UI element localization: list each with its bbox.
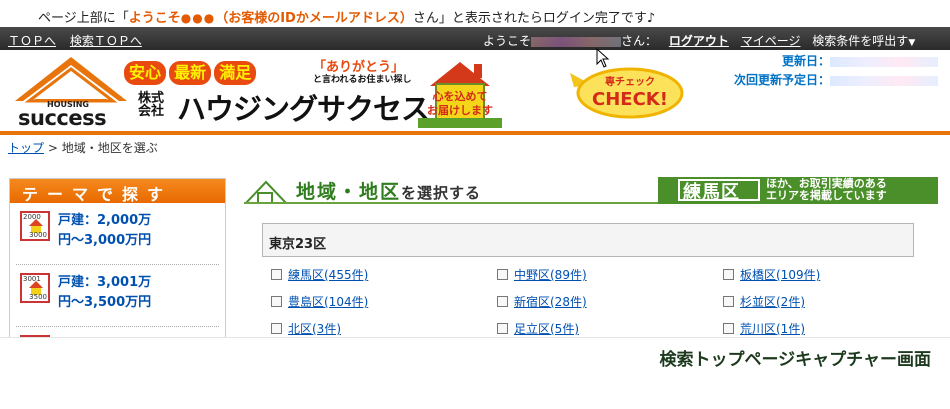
masked-username [531, 36, 622, 47]
check-badge-button[interactable]: 専チェック CHECK! [566, 63, 684, 119]
update-info: 更新日： 次回更新予定日： [728, 52, 938, 90]
caption-text: 検索トップページキャプチャー画面 [659, 350, 932, 370]
breadcrumb-current: 地域・地区を選ぶ [61, 141, 158, 155]
section-title-sub: を選択する [401, 184, 482, 202]
sidebar-item-label: 戸建：2,000万 円～3,000万円 [58, 213, 152, 248]
sidebar-title: テーマで探す [10, 179, 225, 204]
checkbox-icon[interactable] [723, 323, 734, 334]
sign-line2: お届けします [427, 104, 493, 117]
area-name: 練馬区 [683, 182, 740, 203]
check-big-text: CHECK! [592, 89, 668, 110]
welcome-text: ようこそ [483, 34, 532, 48]
badge-saishin: 最新 [169, 61, 212, 85]
call-conditions-dropdown[interactable]: 検索条件を呼出す▼ [812, 34, 915, 48]
tagline-badges: 安心 最新 満足 [124, 61, 257, 85]
updated-label: 更新日： [781, 54, 830, 68]
note-id-hint: （お客様のIDかメールアドレス） [215, 11, 413, 26]
badge-manzoku: 満足 [214, 61, 257, 85]
masked-next-update-date [830, 75, 938, 86]
kabushiki-kaisha-label: 株式 会社 [138, 91, 165, 119]
checkbox-icon[interactable] [497, 323, 508, 334]
ward-checkbox-adachi[interactable]: 足立区(5件) [497, 320, 579, 337]
ward-checkbox-nerima[interactable]: 練馬区(455件) [271, 266, 368, 283]
area-description: ほか、お取引実績のある エリアを掲載しています [766, 177, 887, 202]
sidebar-item-price-3001-3500[interactable]: 3001 3500 戸建：3,001万 円～3,500万円 [16, 265, 219, 327]
note-suffix: さん」と表示されたらログイン完了です♪ [412, 11, 656, 26]
next-update-label: 次回更新予定日： [733, 73, 830, 87]
breadcrumb: トップ > 地域・地区を選ぶ [8, 139, 158, 156]
checkbox-icon[interactable] [497, 269, 508, 280]
top-link[interactable]: ＴＯＰへ [8, 34, 56, 48]
checkbox-icon[interactable] [497, 296, 508, 307]
theme-search-sidebar: テーマで探す 2000 3000 戸建：2,000万 円～3,000万円 300… [9, 178, 226, 338]
badge-anshin: 安心 [124, 61, 167, 85]
chevron-down-icon: ▼ [908, 38, 916, 48]
ward-checkbox-arakawa[interactable]: 荒川区(1件) [723, 320, 805, 337]
header-divider [0, 131, 950, 135]
ward-checkbox-kita[interactable]: 北区(3件) [271, 320, 341, 337]
sign-line1: 心を込めて [433, 89, 488, 103]
checkbox-icon[interactable] [723, 269, 734, 280]
breadcrumb-separator: > [44, 141, 62, 155]
check-small-text: 専チェック [605, 75, 655, 88]
price-house-icon: 3001 3500 [20, 273, 50, 303]
company-name: ハウジングサクセス [177, 92, 430, 126]
masked-update-date [830, 56, 938, 67]
ward-checkbox-toshima[interactable]: 豊島区(104件) [271, 293, 368, 310]
section-underline [244, 202, 658, 204]
price-house-icon: 2000 3000 [20, 211, 50, 241]
sidebar-item-label: 戸建：3,001万 円～3,500万円 [58, 275, 152, 310]
area-badge: 練馬区 ほか、お取引実績のある エリアを掲載しています [658, 177, 938, 204]
san-text: さん： [621, 34, 658, 48]
ward-checkbox-itabashi[interactable]: 板橋区(109件) [723, 266, 820, 283]
checkbox-icon[interactable] [271, 296, 282, 307]
checkbox-icon[interactable] [271, 269, 282, 280]
catchphrase-sub: と言われるお住まい探し [313, 75, 412, 85]
sidebar-item-price-2000-3000[interactable]: 2000 3000 戸建：2,000万 円～3,000万円 [16, 203, 219, 265]
ward-checkbox-nakano[interactable]: 中野区(89件) [497, 266, 587, 283]
logout-link[interactable]: ログアウト [669, 34, 729, 48]
mypage-link[interactable]: マイページ [741, 34, 801, 48]
note-dots: ●●● [180, 11, 216, 25]
house-sign-icon: 心を込めて お届けします [418, 62, 502, 128]
ward-checkbox-shinjuku[interactable]: 新宿区(28件) [497, 293, 587, 310]
ward-group-title: 東京23区 [262, 223, 914, 257]
breadcrumb-top-link[interactable]: トップ [8, 141, 44, 155]
checkbox-icon[interactable] [271, 323, 282, 334]
ward-checkbox-suginami[interactable]: 杉並区(2件) [723, 293, 805, 310]
checkbox-icon[interactable] [723, 296, 734, 307]
logo-success-text: success [18, 106, 107, 130]
note-prefix: ページ上部に「 [38, 11, 129, 26]
note-welcome: ようこそ [128, 11, 181, 26]
caption-area: 検索トップページキャプチャー画面 [0, 337, 950, 409]
search-top-link[interactable]: 検索ＴＯＰへ [70, 34, 142, 48]
login-instruction-note: ページ上部に「ようこそ●●●（お客様のIDかメールアドレス）さん」と表示されたら… [0, 0, 950, 30]
section-title: 地域・地区を選択する [296, 181, 482, 203]
top-nav-bar: ＴＯＰへ 検索ＴＯＰへ ようこそ さん： ログアウト マイページ 検索条件を呼出す… [0, 27, 950, 50]
